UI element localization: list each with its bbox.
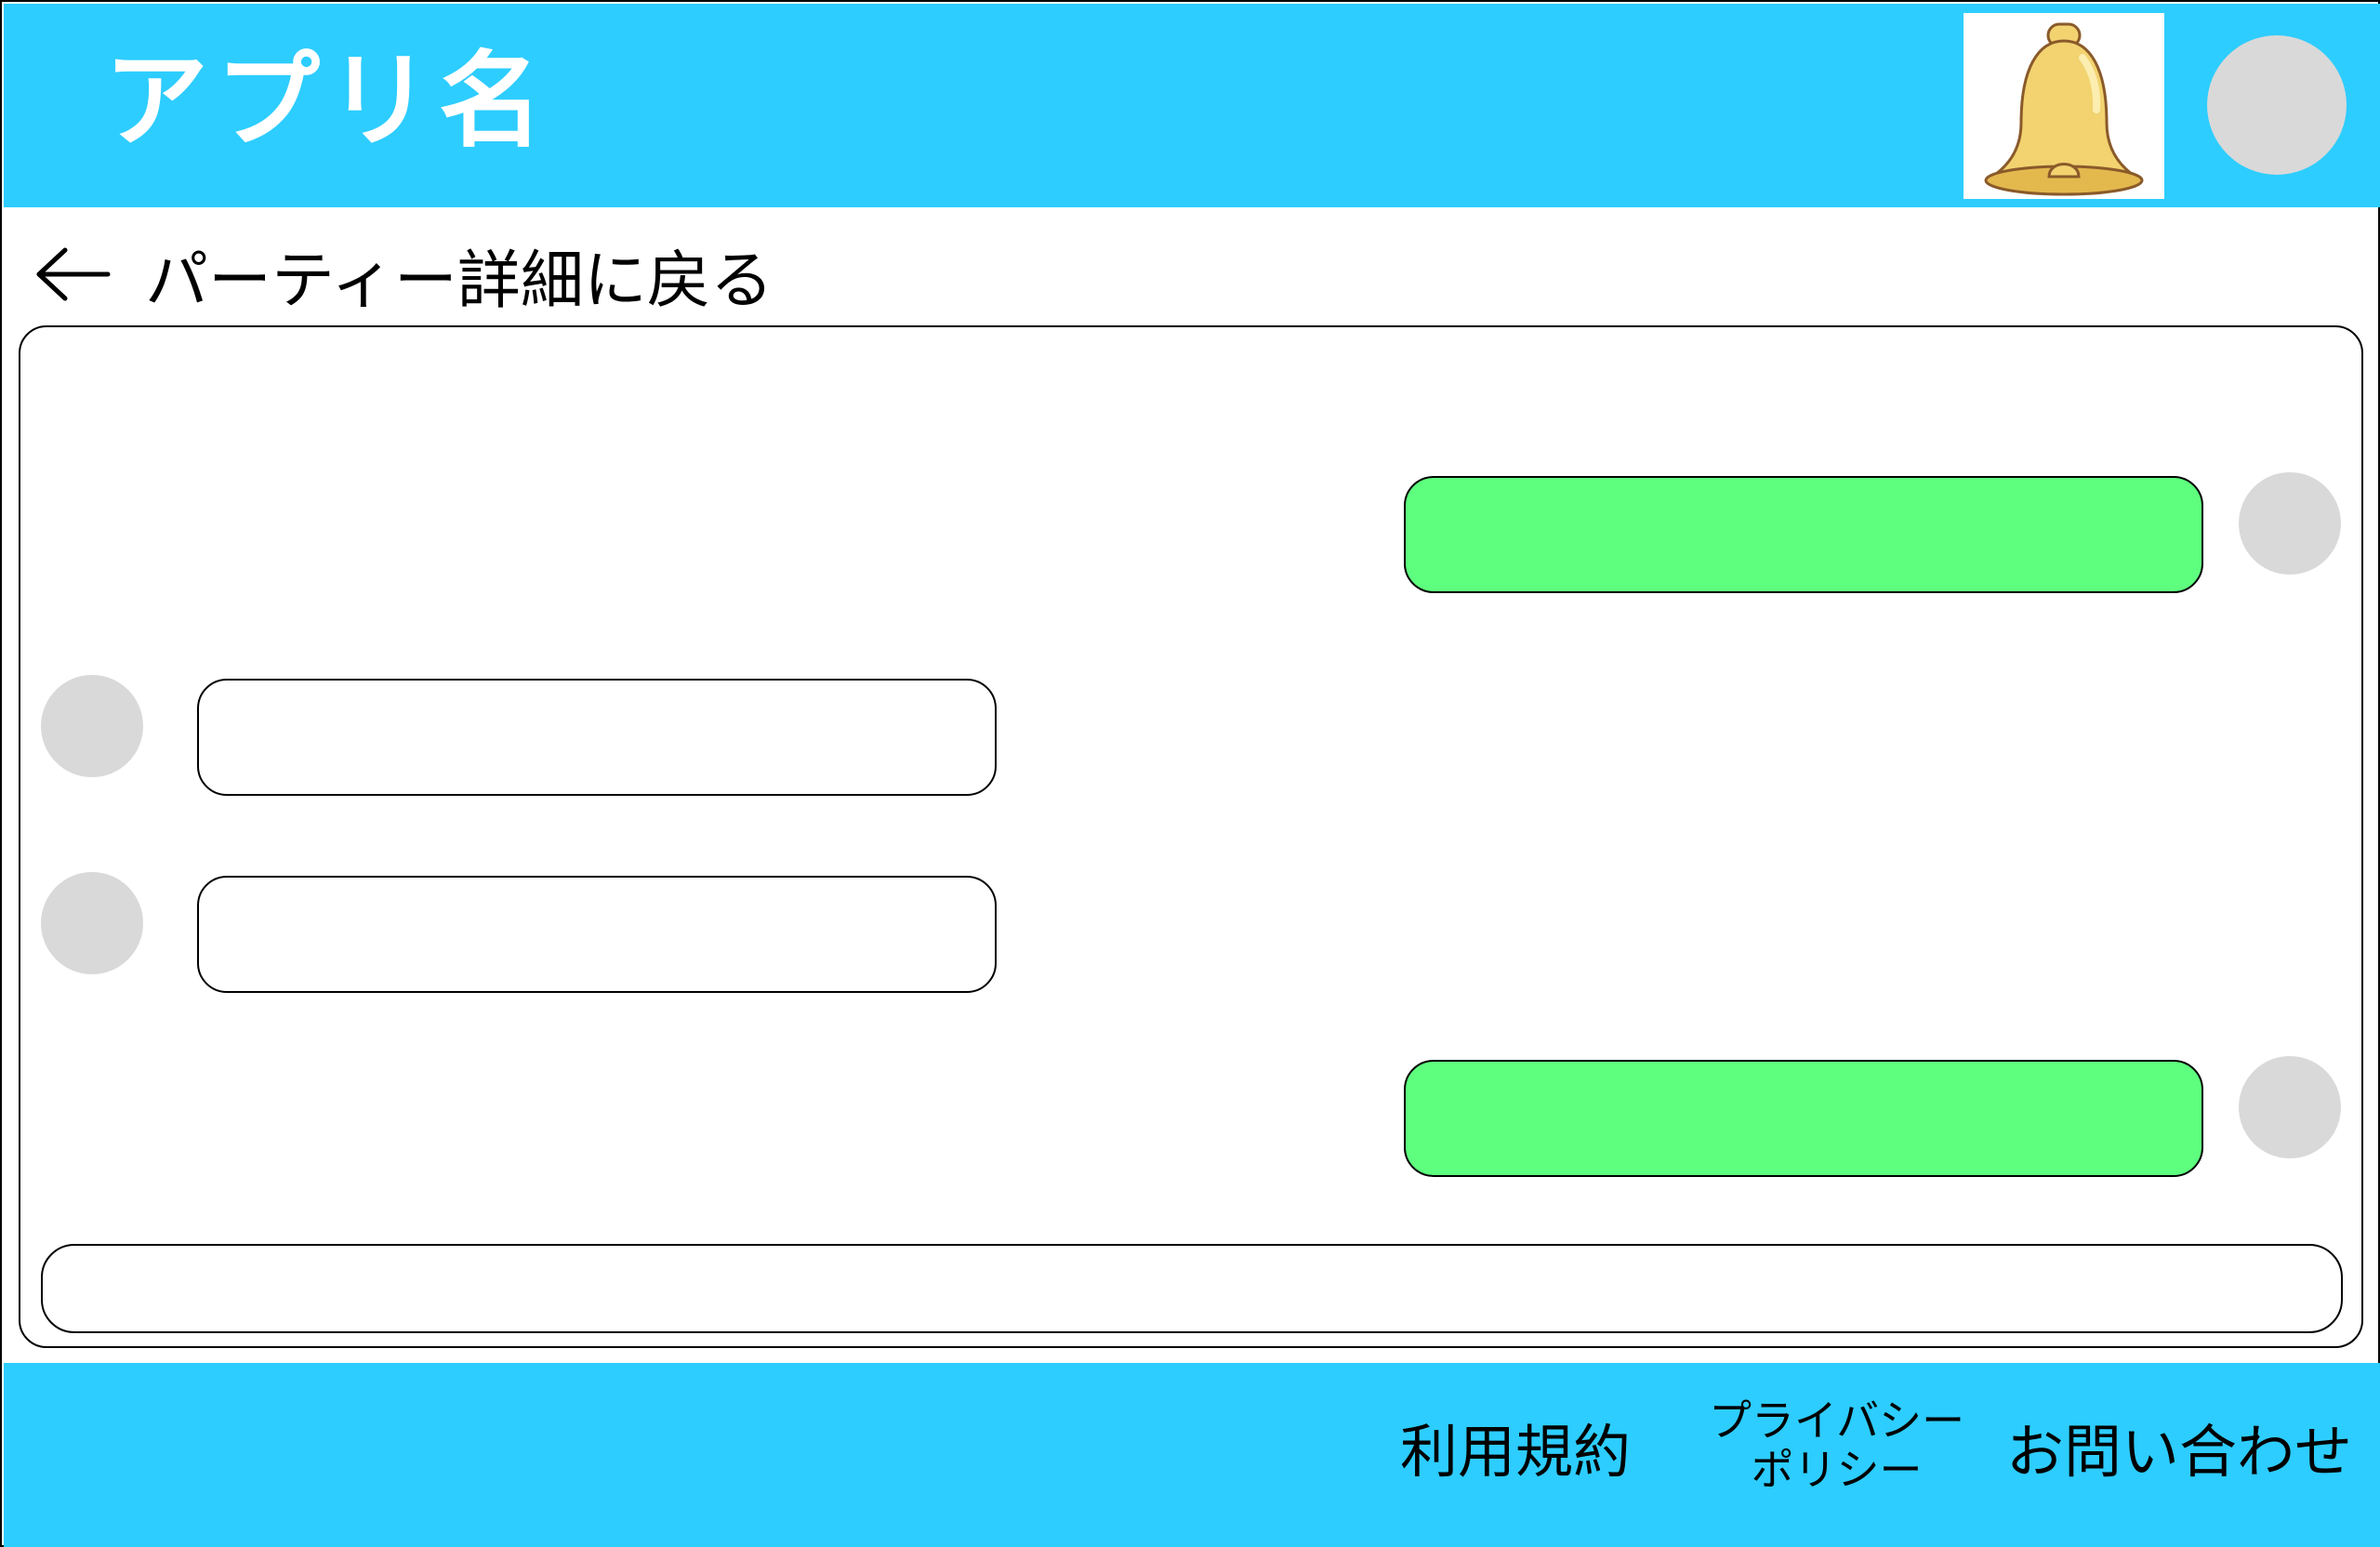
avatar[interactable] — [2239, 472, 2341, 575]
avatar[interactable] — [41, 872, 143, 974]
avatar[interactable] — [41, 675, 143, 777]
terms-of-service-link[interactable]: 利用規約 — [1400, 1415, 1631, 1490]
message-bubble-mine[interactable] — [1404, 1060, 2203, 1177]
back-link-label: パーティー詳細に戻る — [145, 244, 774, 318]
privacy-policy-label-line2: ポリシー — [1751, 1444, 1923, 1495]
privacy-policy-link[interactable]: プライバシー ポリシー — [1709, 1396, 1964, 1495]
header-bar: アプリ名 — [4, 4, 2380, 207]
notification-button[interactable] — [1964, 13, 2164, 199]
message-bubble-other[interactable] — [197, 679, 997, 796]
contact-link[interactable]: お問い合わせ — [2006, 1415, 2352, 1490]
left-arrow-icon — [36, 247, 111, 301]
profile-avatar[interactable] — [2207, 35, 2347, 175]
message-bubble-mine[interactable] — [1404, 476, 2203, 593]
chat-panel — [19, 325, 2363, 1348]
message-bubble-other[interactable] — [197, 876, 997, 993]
app-title: アプリ名 — [104, 41, 550, 162]
avatar[interactable] — [2239, 1056, 2341, 1158]
bell-icon — [1984, 22, 2144, 196]
footer-bar: 利用規約 プライバシー ポリシー お問い合わせ — [4, 1363, 2380, 1547]
back-to-party-details-link[interactable]: パーティー詳細に戻る — [33, 232, 774, 318]
privacy-policy-label-line1: プライバシー — [1709, 1395, 1965, 1446]
message-input[interactable] — [41, 1244, 2343, 1333]
app-frame: アプリ名 パーティー詳細に戻る 利用規約 プライバシー ポリシー お問い合わせ — [0, 0, 2380, 1547]
